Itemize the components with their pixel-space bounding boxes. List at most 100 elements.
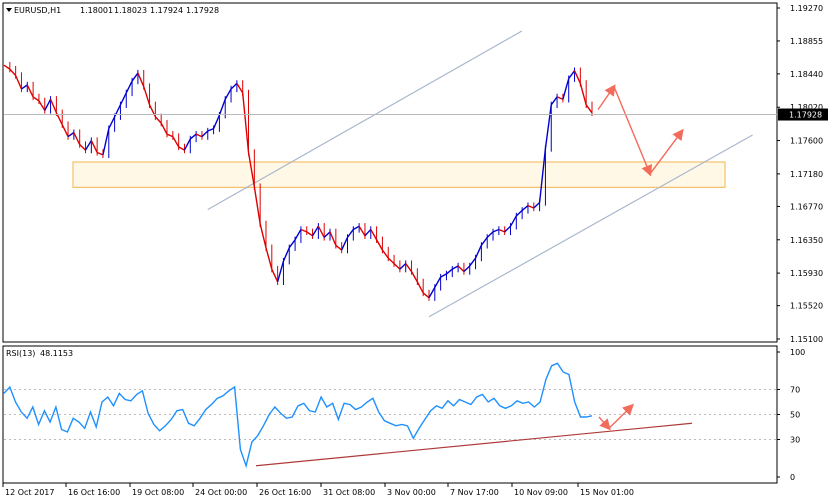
price-tick-label: 1.18440 bbox=[790, 70, 823, 79]
rsi-forecast-arrow[interactable] bbox=[608, 403, 635, 429]
x-axis-layer: 12 Oct 2017 16 Oct 16:00 19 Oct 08:00 24 Oc… bbox=[2, 483, 634, 497]
header-open: 1.18001 bbox=[80, 6, 113, 15]
price-segment bbox=[515, 209, 523, 217]
price-segment bbox=[341, 237, 349, 251]
price-segment bbox=[533, 201, 541, 209]
price-segment bbox=[434, 276, 442, 288]
rsi-trendline[interactable] bbox=[255, 422, 693, 467]
forecast-arrows-layer bbox=[597, 84, 684, 177]
price-tick-label: 1.17600 bbox=[790, 137, 823, 146]
price-segment bbox=[224, 88, 232, 100]
price-tick-label: 1.17180 bbox=[790, 170, 823, 179]
price-segment bbox=[358, 225, 366, 237]
time-tick-label: 12 Oct 2017 bbox=[5, 488, 54, 497]
price-segment bbox=[550, 96, 558, 106]
forecast-arrow[interactable] bbox=[613, 86, 652, 177]
price-segment bbox=[556, 96, 564, 100]
price-segment bbox=[15, 75, 23, 90]
price-segment bbox=[405, 263, 413, 272]
price-segment bbox=[446, 268, 453, 275]
price-segment bbox=[474, 245, 483, 259]
price-segment bbox=[306, 231, 313, 237]
price-segment bbox=[38, 100, 46, 111]
time-tick-label: 26 Oct 16:00 bbox=[259, 488, 311, 497]
price-segment bbox=[195, 133, 203, 138]
price-segment bbox=[96, 151, 104, 156]
time-tick-label: 7 Nov 17:00 bbox=[450, 488, 499, 497]
price-segment bbox=[381, 249, 389, 259]
price-tick-label: 1.18855 bbox=[790, 37, 823, 46]
price-segment bbox=[469, 257, 477, 267]
price-segment bbox=[335, 244, 343, 251]
time-tick-label: 3 Nov 00:00 bbox=[387, 488, 436, 497]
rsi-tick-label: 0 bbox=[790, 473, 795, 482]
time-tick-label: 15 Nov 01:00 bbox=[580, 488, 634, 497]
price-segment bbox=[253, 186, 261, 225]
rsi-line bbox=[3, 362, 593, 469]
price-segment bbox=[463, 265, 471, 273]
price-segment bbox=[79, 144, 86, 151]
price-segment bbox=[387, 257, 395, 265]
price-segment bbox=[294, 229, 302, 241]
price-segment bbox=[207, 128, 214, 132]
price-segment bbox=[457, 265, 465, 273]
collapse-arrow-icon[interactable] bbox=[6, 8, 12, 12]
price-segment bbox=[236, 83, 244, 94]
price-segment bbox=[276, 261, 285, 283]
price-tick-label: 1.15930 bbox=[790, 269, 823, 278]
price-segment bbox=[44, 98, 52, 111]
price-segment bbox=[579, 83, 587, 106]
rsi-tick-label: 50 bbox=[790, 411, 800, 420]
price-segment bbox=[486, 231, 494, 238]
price-segment bbox=[26, 84, 34, 98]
price-segment bbox=[416, 281, 424, 294]
price-segment bbox=[544, 104, 552, 149]
price-segment bbox=[573, 70, 581, 84]
time-tick-label: 10 Nov 09:00 bbox=[514, 488, 568, 497]
price-segment bbox=[498, 228, 505, 233]
chart-window: EURUSD,H1 1.18001 1.18023 1.17924 1.1792… bbox=[0, 0, 829, 504]
chart-canvas[interactable]: EURUSD,H1 1.18001 1.18023 1.17924 1.1792… bbox=[0, 0, 829, 504]
price-segment bbox=[21, 84, 28, 90]
price-segment bbox=[585, 104, 593, 114]
price-segment bbox=[346, 229, 354, 238]
rsi-header-value: 48.1153 bbox=[40, 349, 73, 358]
price-segment bbox=[271, 268, 279, 283]
price-segment bbox=[399, 263, 407, 270]
price-segment bbox=[410, 271, 418, 283]
rsi-forecast-arrow[interactable] bbox=[598, 416, 611, 431]
price-segment bbox=[108, 116, 116, 129]
price-segment bbox=[504, 225, 511, 233]
price-segment bbox=[492, 228, 500, 233]
support-zone[interactable] bbox=[72, 161, 726, 188]
price-segment bbox=[178, 146, 185, 151]
price-segment bbox=[61, 124, 69, 137]
price-segment bbox=[509, 215, 517, 227]
price-segment bbox=[300, 228, 307, 233]
price-segment bbox=[218, 99, 226, 116]
price-segment bbox=[311, 225, 319, 237]
price-segment bbox=[32, 96, 40, 102]
price-segment bbox=[183, 138, 191, 151]
price-tick-label: 1.15520 bbox=[790, 302, 823, 311]
price-segment bbox=[49, 99, 58, 114]
time-tick-label: 24 Oct 00:00 bbox=[195, 488, 247, 497]
price-segment bbox=[440, 273, 447, 278]
header-close: 1.17928 bbox=[186, 6, 219, 15]
price-segment bbox=[90, 140, 98, 153]
header-high: 1.18023 bbox=[114, 6, 147, 15]
price-segment bbox=[131, 72, 139, 82]
price-segment bbox=[352, 225, 360, 231]
price-segment bbox=[9, 68, 17, 76]
price-segment bbox=[143, 86, 151, 106]
rsi-header-label: RSI(13) bbox=[6, 349, 35, 358]
rsi-tick-label: 30 bbox=[790, 436, 800, 445]
forecast-arrow[interactable] bbox=[597, 84, 616, 111]
price-segment bbox=[527, 204, 535, 209]
time-tick-label: 31 Oct 08:00 bbox=[323, 488, 375, 497]
time-tick-label: 16 Oct 16:00 bbox=[68, 488, 120, 497]
price-segment bbox=[428, 287, 436, 299]
price-segment bbox=[84, 140, 92, 151]
price-segment bbox=[119, 92, 127, 106]
price-segment bbox=[160, 122, 168, 135]
